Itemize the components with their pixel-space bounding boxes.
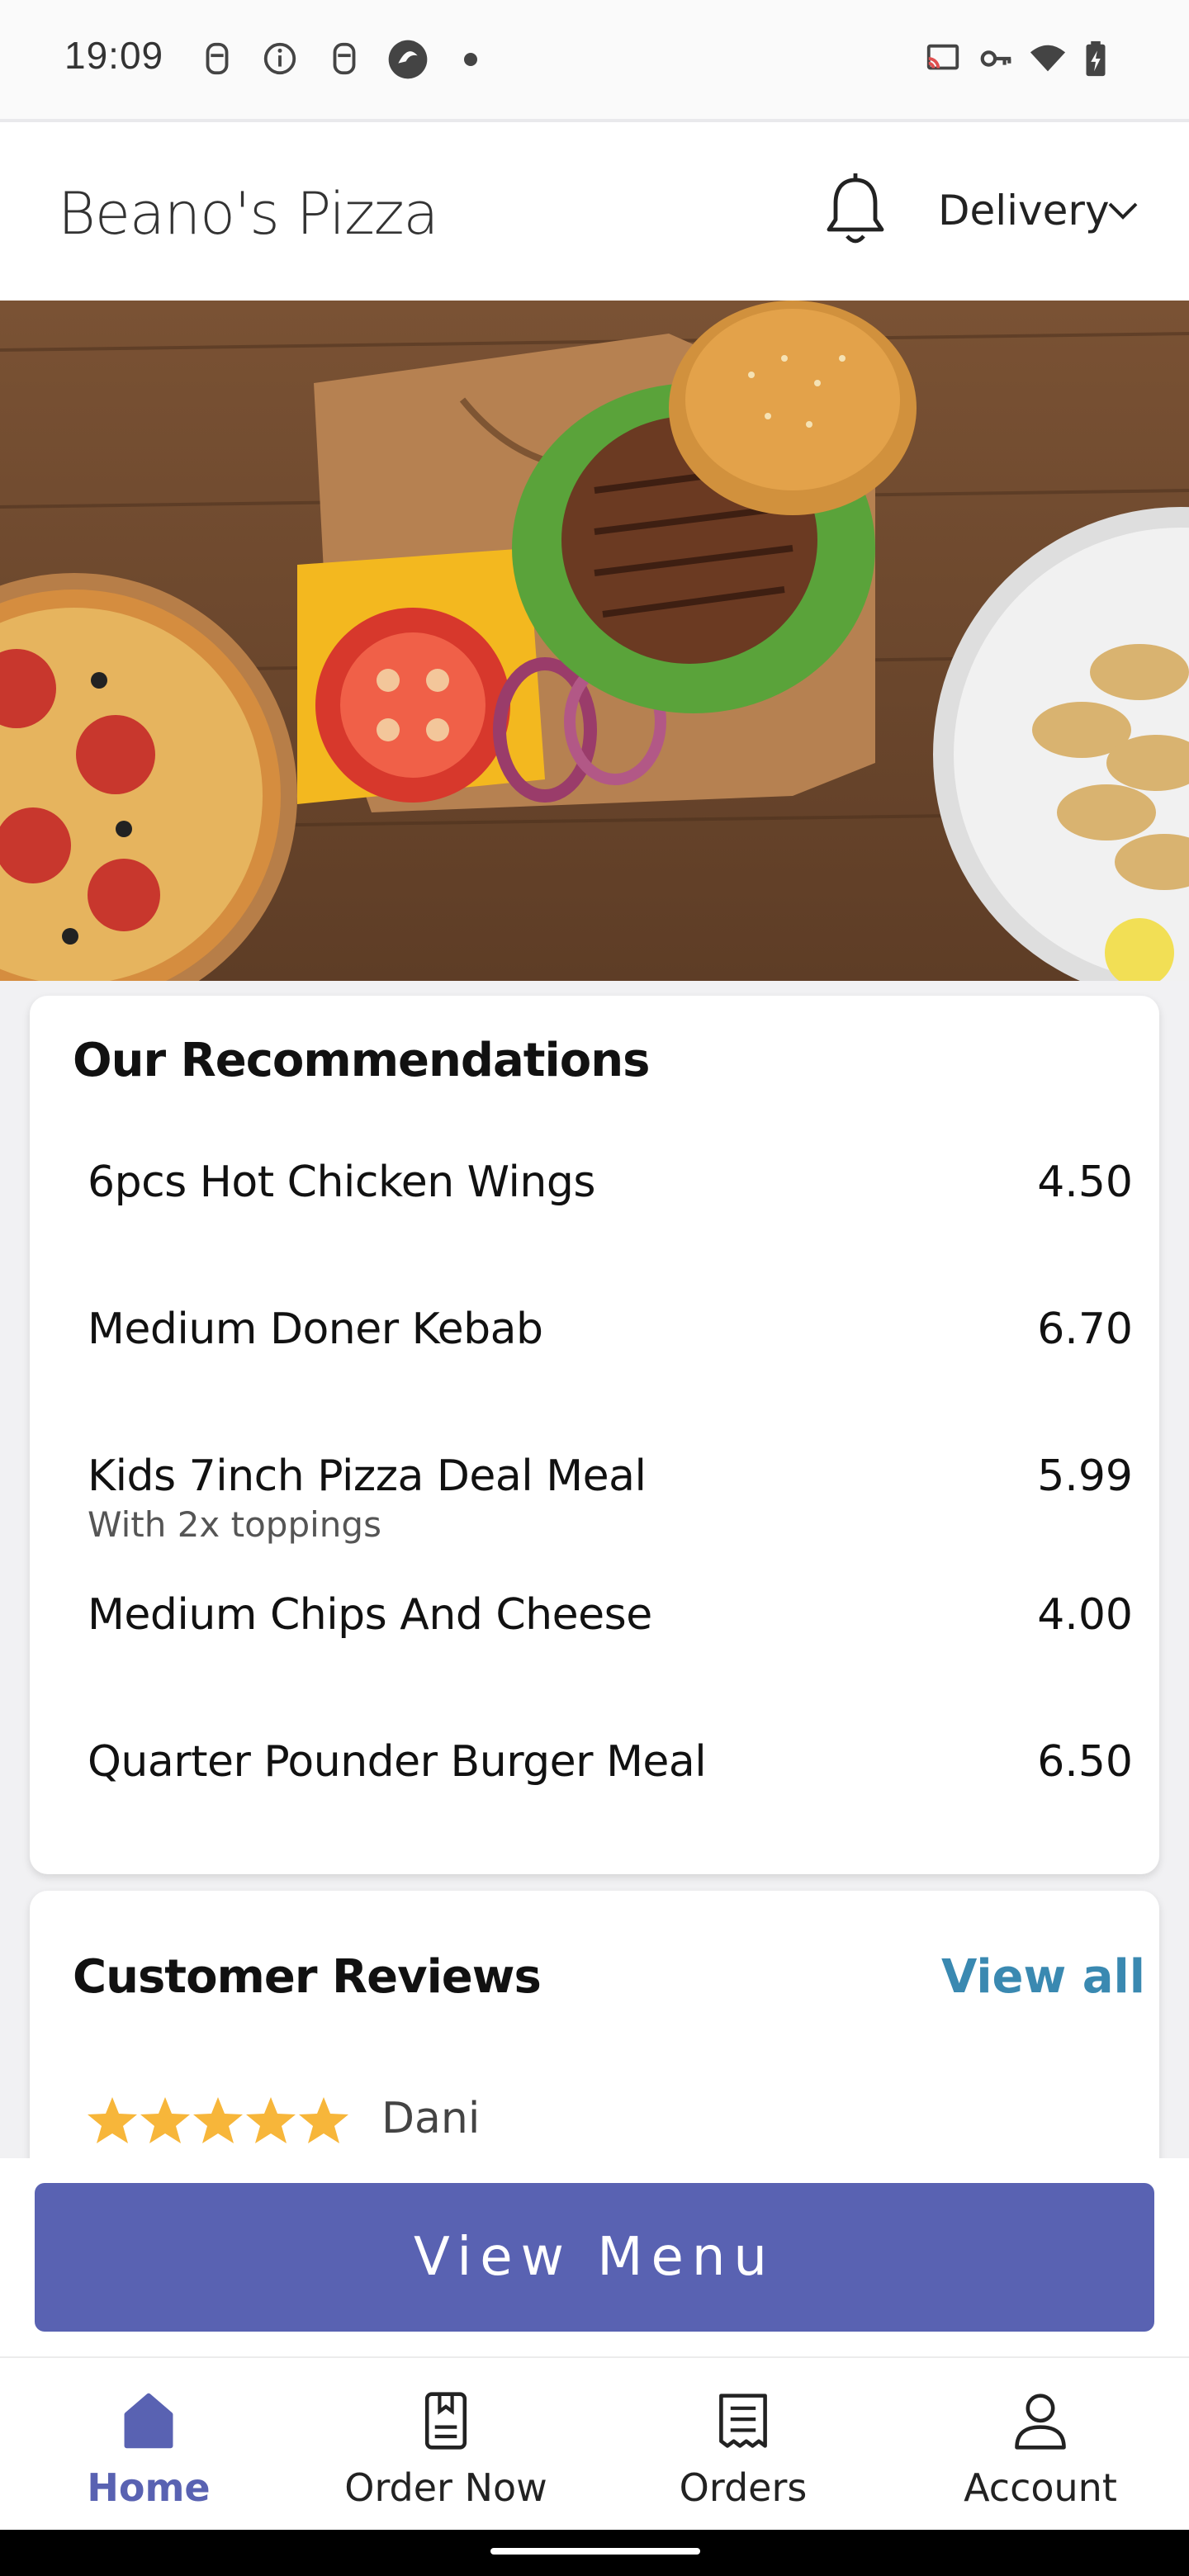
item-price: 5.99 bbox=[1037, 1451, 1133, 1501]
battery-charging-icon bbox=[1086, 40, 1106, 77]
nav-label-orders: Orders bbox=[679, 2465, 808, 2510]
star-icon bbox=[299, 2097, 348, 2143]
recommendations-card: Our Recommendations 6pcs Hot Chicken Win… bbox=[30, 996, 1159, 1874]
dot-icon bbox=[464, 53, 477, 66]
status-time: 19:09 bbox=[64, 34, 164, 77]
item-name: Medium Chips And Cheese bbox=[88, 1590, 652, 1640]
receipt-icon bbox=[719, 2394, 767, 2448]
recommendations-title: Our Recommendations bbox=[73, 1034, 650, 1087]
item-name: 6pcs Hot Chicken Wings bbox=[88, 1158, 595, 1207]
brand-title: Beano's Pizza bbox=[58, 180, 438, 248]
item-price: 4.00 bbox=[1037, 1590, 1133, 1640]
bottom-navigation: Home Order Now Orders Account bbox=[0, 2356, 1189, 2530]
wifi-icon bbox=[1030, 45, 1066, 72]
item-price: 4.50 bbox=[1037, 1158, 1133, 1207]
food-banner-illustration bbox=[0, 301, 1189, 981]
star-icon bbox=[88, 2097, 137, 2143]
nav-item-account[interactable]: Account bbox=[892, 2358, 1189, 2531]
nav-label-account: Account bbox=[964, 2465, 1117, 2510]
recommendation-item[interactable]: Medium Chips And Cheese 4.00 bbox=[88, 1590, 1133, 1714]
star-icon bbox=[193, 2097, 243, 2143]
notification-icon bbox=[333, 42, 356, 75]
nav-label-home: Home bbox=[87, 2465, 211, 2510]
status-bar: 19:09 bbox=[0, 0, 1189, 119]
system-gesture-bar bbox=[0, 2530, 1189, 2576]
recommendation-item[interactable]: 6pcs Hot Chicken Wings 4.50 bbox=[88, 1158, 1133, 1281]
recommendation-item[interactable]: Medium Doner Kebab 6.70 bbox=[88, 1305, 1133, 1428]
hero-banner-image bbox=[0, 301, 1189, 981]
app-header: Beano's Pizza Delivery bbox=[0, 122, 1189, 301]
reviews-title: Customer Reviews bbox=[73, 1950, 542, 2004]
item-name: Kids 7inch Pizza Deal Meal bbox=[88, 1451, 647, 1501]
browser-icon bbox=[388, 40, 428, 79]
bell-icon[interactable] bbox=[822, 170, 888, 249]
chevron-down-icon[interactable] bbox=[1106, 198, 1139, 223]
cta-area: View Menu bbox=[0, 2158, 1189, 2356]
home-gesture-handle[interactable] bbox=[490, 2548, 700, 2555]
view-all-reviews-link[interactable]: View all bbox=[941, 1950, 1145, 2004]
item-price: 6.70 bbox=[1037, 1305, 1133, 1354]
star-icon bbox=[140, 2097, 190, 2143]
recommendation-item[interactable]: Quarter Pounder Burger Meal 6.50 bbox=[88, 1737, 1133, 1861]
item-price: 6.50 bbox=[1037, 1737, 1133, 1787]
nav-label-order-now: Order Now bbox=[344, 2465, 547, 2510]
notification-icon bbox=[206, 42, 229, 75]
home-icon bbox=[124, 2393, 173, 2449]
vpn-key-icon bbox=[980, 50, 1011, 67]
star-icon bbox=[246, 2097, 296, 2143]
view-menu-button[interactable]: View Menu bbox=[35, 2183, 1154, 2332]
reviewer-name: Dani bbox=[381, 2094, 481, 2143]
item-name: Quarter Pounder Burger Meal bbox=[88, 1737, 707, 1787]
nav-item-home[interactable]: Home bbox=[0, 2358, 297, 2531]
user-icon bbox=[1015, 2394, 1066, 2450]
nav-item-orders[interactable]: Orders bbox=[594, 2358, 892, 2531]
cast-icon bbox=[926, 44, 959, 70]
item-name: Medium Doner Kebab bbox=[88, 1305, 543, 1354]
info-icon bbox=[263, 42, 296, 75]
item-subtitle: With 2x toppings bbox=[88, 1504, 381, 1545]
nav-item-order-now[interactable]: Order Now bbox=[297, 2358, 594, 2531]
recommendation-item[interactable]: Kids 7inch Pizza Deal Meal With 2x toppi… bbox=[88, 1451, 1133, 1575]
menu-book-icon bbox=[424, 2392, 467, 2450]
rating-stars bbox=[88, 2097, 348, 2143]
order-mode-dropdown[interactable]: Delivery bbox=[938, 187, 1110, 234]
